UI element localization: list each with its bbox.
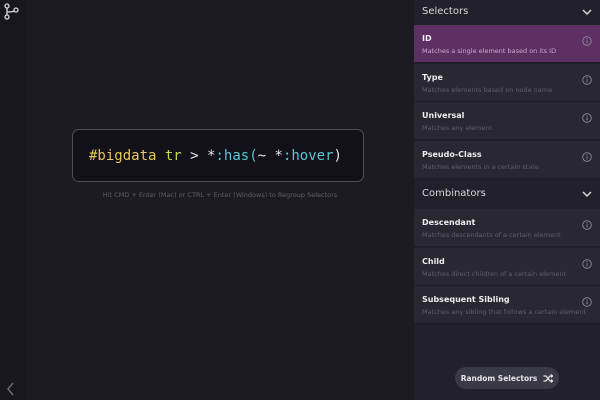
item-title: Child xyxy=(422,256,445,266)
info-icon[interactable] xyxy=(582,297,592,307)
app: #bigdata tr > *:has(~ *:hover) Hit CMD +… xyxy=(0,0,600,400)
random-selectors-label: Random Selectors xyxy=(460,373,538,383)
info-icon[interactable] xyxy=(582,113,592,123)
info-icon[interactable] xyxy=(582,258,592,269)
selector-token-pseudo: :hover xyxy=(282,148,334,164)
selector-token-plain: ~ xyxy=(257,148,267,164)
combinators-section-header[interactable]: Combinators xyxy=(414,180,600,205)
item-description: Matches elements based on node name xyxy=(422,85,553,94)
info-icon[interactable] xyxy=(582,220,592,230)
item-description: Matches elements in a certain state xyxy=(422,162,539,171)
left-strip xyxy=(0,0,26,400)
item-description: Matches any element xyxy=(422,124,493,132)
item-description: Matches a single element based on its ID xyxy=(422,47,557,55)
item-title: ID xyxy=(422,34,432,43)
item-description: Matches direct children of a certain ele… xyxy=(422,269,567,278)
item-description: Matches any sibling that follows a certa… xyxy=(422,308,587,316)
sidebar-item-type[interactable]: Type Matches elements based on node name xyxy=(414,63,600,102)
selector-editor[interactable]: #bigdata tr > *:has(~ *:hover) xyxy=(72,129,364,182)
selector-token-type: tr xyxy=(164,148,182,164)
branch-logo-icon[interactable] xyxy=(3,3,20,20)
sidebar-item-id[interactable]: ID Matches a single element based on its … xyxy=(414,25,600,63)
selector-token-id: #bigdata xyxy=(89,148,157,164)
regroup-hint: Hit CMD + Enter (Mac) or CTRL + Enter (W… xyxy=(102,191,338,199)
chevron-down-icon[interactable] xyxy=(582,190,592,198)
chevron-left-icon[interactable] xyxy=(5,382,17,396)
sidebar-item-child[interactable]: Child Matches direct children of a certai… xyxy=(414,247,600,286)
selectors-section-header[interactable]: Selectors xyxy=(414,0,600,25)
shuffle-icon xyxy=(543,373,554,383)
item-title: Descendant xyxy=(422,218,476,227)
selectors-section-title: Selectors xyxy=(422,6,469,17)
sidebar-item-universal[interactable]: Universal Matches any element xyxy=(414,102,600,140)
item-title: Universal xyxy=(422,111,465,120)
info-icon[interactable] xyxy=(582,151,592,162)
combinators-section-title: Combinators xyxy=(422,188,486,199)
selector-token-plain: * xyxy=(274,148,283,164)
chevron-down-icon[interactable] xyxy=(582,8,592,16)
sidebar-item-pseudo-class[interactable]: Pseudo-Class Matches elements in a certai… xyxy=(414,140,600,179)
sidebar-item-subsequent-sibling[interactable]: Subsequent Sibling Matches any sibling th… xyxy=(414,286,600,324)
selector-token-plain: ) xyxy=(333,148,342,164)
info-icon[interactable] xyxy=(582,74,592,85)
random-selectors-button[interactable]: Random Selectors xyxy=(455,367,559,389)
selector-token-plain: > xyxy=(190,148,199,164)
sidebar-item-descendant[interactable]: Descendant Matches descendants of a certa… xyxy=(414,209,600,247)
info-icon[interactable] xyxy=(582,36,592,46)
sidebar: Selectors ID Matches a single element bas… xyxy=(414,0,600,400)
item-description: Matches descendants of a certain element xyxy=(422,231,561,239)
item-title: Pseudo-Class xyxy=(422,149,482,159)
item-title: Type xyxy=(422,72,443,82)
selector-token-pseudo: :has( xyxy=(215,148,258,164)
editor-area: #bigdata tr > *:has(~ *:hover) Hit CMD +… xyxy=(26,0,414,400)
item-title: Subsequent Sibling xyxy=(422,295,510,304)
